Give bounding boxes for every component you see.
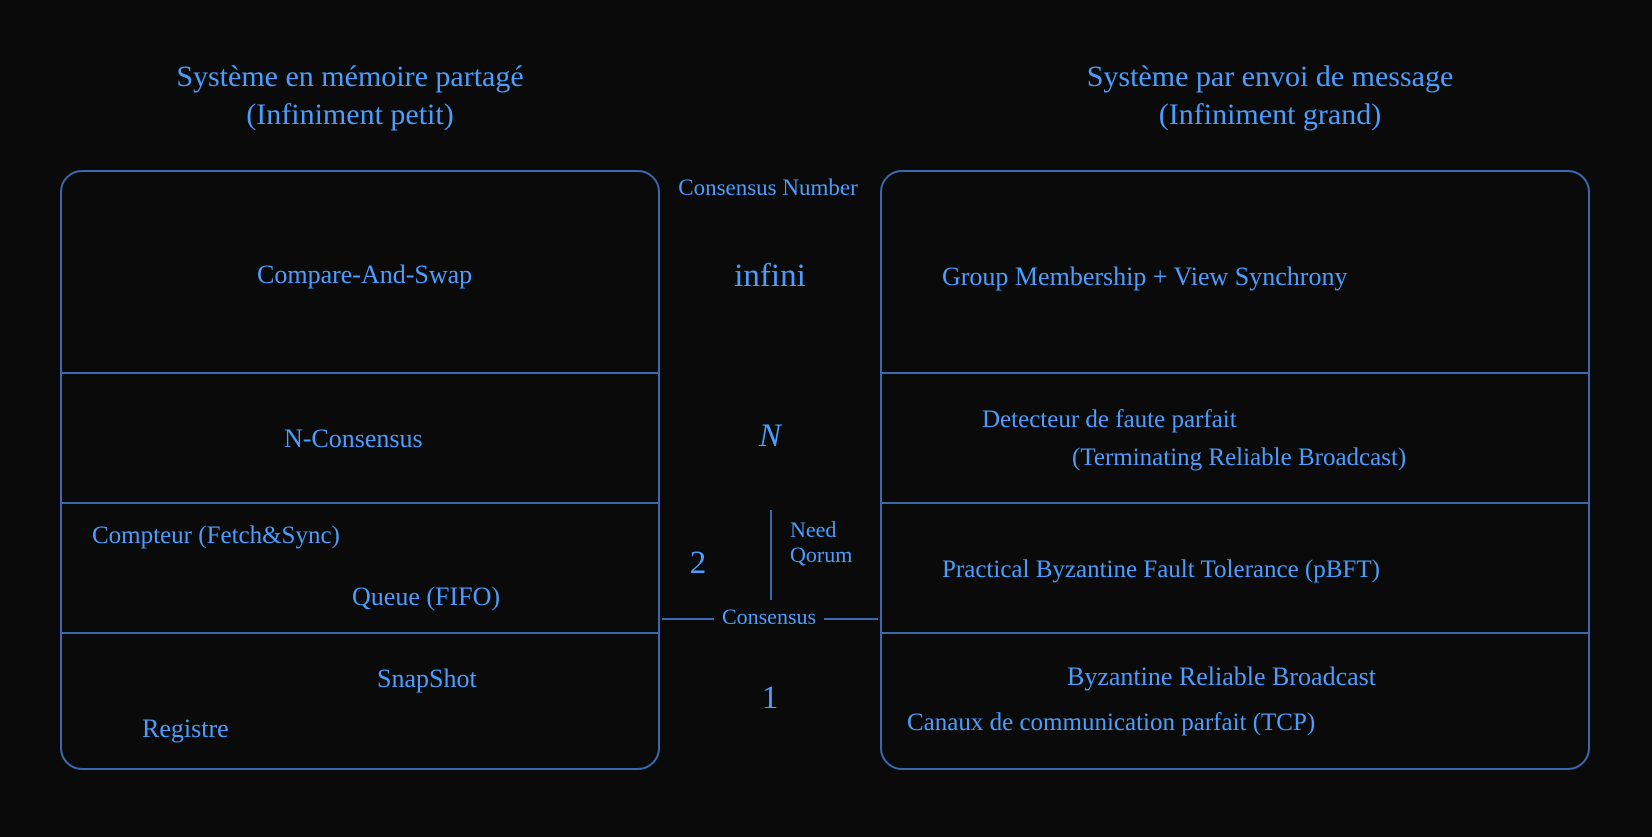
diagram-canvas: Système en mémoire partagé (Infiniment p… — [0, 0, 1652, 837]
left-row-2: N-Consensus — [62, 372, 658, 502]
title-left-line1: Système en mémoire partagé — [70, 58, 630, 96]
right-cell-groupmembership: Group Membership + View Synchrony — [942, 262, 1347, 292]
title-right-line2: (Infiniment grand) — [990, 96, 1550, 134]
need-line2: Qorum — [790, 543, 852, 568]
left-cell-compteur: Compteur (Fetch&Sync) — [92, 522, 340, 550]
center-N: N — [720, 418, 820, 455]
left-cell-cas: Compare-And-Swap — [257, 260, 472, 290]
right-cell-terminating: (Terminating Reliable Broadcast) — [1072, 444, 1406, 472]
consensus-divider-left — [662, 618, 714, 620]
right-cell-detecteur: Detecteur de faute parfait — [982, 406, 1237, 434]
right-row-3: Practical Byzantine Fault Tolerance (pBF… — [882, 502, 1588, 632]
left-cell-queue: Queue (FIFO) — [352, 582, 500, 612]
right-row-2: Detecteur de faute parfait (Terminating … — [882, 372, 1588, 502]
title-left-line2: (Infiniment petit) — [70, 96, 630, 134]
left-cell-snapshot: SnapShot — [377, 664, 477, 694]
right-box: Group Membership + View Synchrony Detect… — [880, 170, 1590, 770]
center-header: Consensus Number — [660, 175, 876, 201]
left-row-4: SnapShot Registre — [62, 632, 658, 772]
right-row-1: Group Membership + View Synchrony — [882, 172, 1588, 372]
right-row-4: Byzantine Reliable Broadcast Canaux de c… — [882, 632, 1588, 772]
left-cell-registre: Registre — [142, 714, 229, 744]
right-cell-pbft: Practical Byzantine Fault Tolerance (pBF… — [942, 556, 1380, 584]
consensus-divider-right — [824, 618, 878, 620]
center-vsep — [770, 510, 772, 600]
center-infini: infini — [720, 258, 820, 295]
title-right: Système par envoi de message (Infiniment… — [990, 58, 1550, 133]
center-consensus-word: Consensus — [714, 604, 824, 630]
center-two: 2 — [678, 545, 718, 582]
left-box: Compare-And-Swap N-Consensus Compteur (F… — [60, 170, 660, 770]
title-left: Système en mémoire partagé (Infiniment p… — [70, 58, 630, 133]
right-cell-tcp: Canaux de communication parfait (TCP) — [907, 709, 1315, 737]
left-row-3: Compteur (Fetch&Sync) Queue (FIFO) — [62, 502, 658, 632]
center-need-qorum: Need Qorum — [790, 518, 852, 567]
right-cell-brb: Byzantine Reliable Broadcast — [1067, 662, 1376, 692]
left-cell-nconsensus: N-Consensus — [284, 424, 423, 454]
center-one: 1 — [720, 680, 820, 717]
left-row-1: Compare-And-Swap — [62, 172, 658, 372]
title-right-line1: Système par envoi de message — [990, 58, 1550, 96]
need-line1: Need — [790, 518, 852, 543]
